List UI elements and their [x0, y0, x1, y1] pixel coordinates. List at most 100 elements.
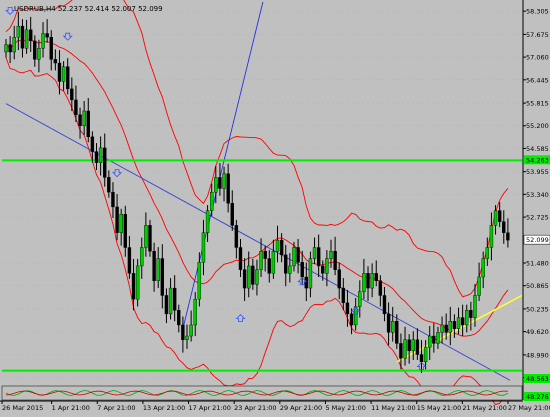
chart-window[interactable]: 58.305 57.675 57.060 56.445 55.815 55.200 54.5…: [0, 0, 550, 413]
down-candle: [251, 265, 255, 285]
down-candle: [177, 310, 181, 326]
up-candle: [214, 177, 218, 193]
up-candle: [222, 173, 226, 189]
up-candle: [428, 335, 432, 348]
time-label: 23 Apr 21:00: [234, 404, 276, 412]
down-candle: [78, 114, 82, 126]
up-candle: [390, 321, 395, 333]
price-label: 53.955: [526, 168, 549, 176]
down-candle: [242, 269, 247, 289]
down-candle: [172, 287, 177, 311]
down-candle: [395, 321, 399, 344]
price-label: 48.990: [526, 351, 549, 359]
down-candle: [497, 210, 502, 222]
down-candle: [28, 29, 33, 42]
up-candle: [259, 250, 263, 270]
up-candle: [197, 262, 202, 300]
price-label: 58.305: [526, 8, 549, 16]
time-label: 1 Apr 21:00: [52, 404, 90, 412]
time-label: 15 May 21:00: [417, 404, 462, 412]
up-candle: [16, 25, 21, 38]
up-candle: [209, 191, 214, 211]
up-candle: [312, 247, 317, 259]
price-label: 51.480: [526, 259, 549, 267]
up-candle: [193, 298, 197, 326]
up-candle: [41, 33, 45, 49]
down-candle: [333, 250, 337, 270]
down-candle: [284, 254, 288, 274]
up-candle: [201, 232, 206, 263]
down-candle: [33, 40, 37, 60]
down-candle: [103, 147, 107, 178]
time-label: 7 Apr 21:00: [97, 404, 135, 412]
up-candle: [481, 258, 485, 278]
down-candle: [66, 66, 70, 90]
up-candle: [82, 110, 86, 126]
down-candle: [415, 339, 420, 355]
up-candle: [436, 332, 440, 344]
down-candle: [399, 343, 403, 359]
down-candle: [345, 302, 350, 315]
price-label: 53.340: [526, 191, 549, 199]
up-candle: [489, 225, 494, 248]
price-chart[interactable]: 58.305 57.675 57.060 56.445 55.815 55.200 54.5…: [0, 0, 550, 413]
up-candle: [353, 306, 358, 326]
down-candle: [160, 258, 165, 296]
up-candle: [473, 295, 477, 318]
time-label: 29 Apr 21:00: [280, 404, 322, 412]
down-candle: [374, 273, 378, 281]
up-candle: [456, 317, 461, 329]
down-candle: [366, 273, 370, 289]
up-candle: [37, 48, 41, 60]
down-candle: [90, 136, 95, 152]
price-label: 57.060: [526, 54, 549, 62]
up-candle: [205, 210, 210, 233]
level-tag-label: 48.563: [526, 375, 549, 383]
symbol-header: USDRUB,H4 52.237 52.414 52.007 52.099: [14, 5, 163, 13]
down-candle: [337, 269, 341, 289]
up-candle: [119, 214, 123, 233]
down-candle: [419, 354, 424, 363]
up-candle: [329, 250, 333, 259]
down-candle: [8, 44, 12, 53]
up-candle: [140, 247, 144, 267]
time-label: 26 Mar 2015: [2, 404, 43, 412]
level-tag-label: 54.263: [526, 156, 549, 164]
down-candle: [296, 247, 300, 263]
up-candle: [156, 258, 160, 281]
up-candle: [448, 321, 452, 333]
down-candle: [181, 324, 185, 340]
time-label: 5 May 21:00: [325, 404, 365, 412]
up-candle: [61, 66, 66, 82]
up-candle: [275, 239, 280, 252]
up-candle: [370, 273, 374, 289]
down-candle: [460, 317, 465, 326]
down-candle: [238, 247, 243, 270]
down-candle: [49, 37, 53, 60]
up-candle: [24, 29, 29, 49]
up-candle: [403, 339, 407, 359]
down-candle: [341, 287, 346, 304]
up-candle: [493, 210, 498, 226]
price-label: 52.725: [526, 214, 549, 222]
up-candle: [189, 324, 193, 337]
up-candle: [362, 273, 366, 292]
price-label: 54.585: [526, 145, 549, 153]
up-candle: [271, 250, 276, 274]
up-candle: [440, 324, 444, 333]
down-candle: [20, 25, 25, 49]
up-candle: [168, 287, 173, 315]
down-candle: [279, 239, 284, 256]
time-label: 13 Apr 21:00: [143, 404, 185, 412]
down-candle: [432, 335, 436, 344]
up-candle: [4, 44, 8, 53]
price-label: 57.675: [526, 31, 549, 39]
down-candle: [53, 59, 58, 64]
down-candle: [74, 99, 78, 115]
up-candle: [292, 247, 296, 267]
down-candle: [86, 110, 90, 138]
down-candle: [300, 262, 304, 278]
up-candle: [465, 310, 469, 326]
down-candle: [407, 339, 411, 351]
time-label: 11 May 21:00: [371, 404, 416, 412]
